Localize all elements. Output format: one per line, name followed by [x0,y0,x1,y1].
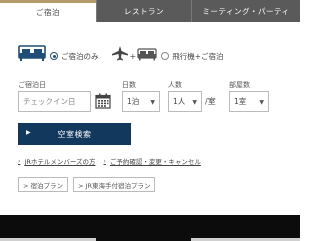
search-button-label: 空室検索 [57,129,92,139]
chevron-right-icon: › [103,157,106,165]
chevron-right-icon: › [18,157,21,165]
plus-icon: + [129,51,137,61]
flight-stay-radio[interactable] [161,52,170,60]
reservation-manage-link[interactable]: › ご予約確認・変更・キャンセル [103,156,201,167]
search-availability-button[interactable]: ▶ 空室検索 [18,123,131,145]
nights-label: 日数 [122,81,136,89]
nights-select[interactable]: 1泊 ▼ [122,91,160,112]
rooms-select[interactable]: 1室 ▼ [229,91,269,112]
footer-bar [0,215,300,241]
stay-plan-button[interactable]: > 宿泊プラン [18,177,69,192]
rooms-label: 部屋数 [229,81,250,89]
calendar-icon[interactable] [95,93,111,113]
chevron-right-icon: ▶ [26,129,32,136]
jr-hotel-members-link[interactable]: › JRホテルメンバーズの方 [18,156,96,167]
flight-stay-label[interactable]: 飛行機+ご宿泊 [172,51,223,62]
tab-bar: ご宿泊 レストラン ミーティング・パーティ [0,0,300,22]
guests-label: 人数 [168,81,182,89]
bed-small-icon [137,47,157,66]
chevron-down-icon: ▼ [259,99,264,106]
guests-select[interactable]: 1人 ▼ [168,91,202,112]
booking-mode-selector: ご宿泊のみ + 飛行機+ご宿泊 [18,44,224,68]
tab-restaurant[interactable]: レストラン [96,0,191,22]
chevron-down-icon: ▼ [192,99,197,106]
bed-icon [18,45,46,67]
tab-meeting-party[interactable]: ミーティング・パーティ [191,0,300,22]
jr-tokai-plan-button[interactable]: > JR東海手付宿泊プラン [73,177,156,192]
airplane-icon [111,46,129,66]
link-row: › JRホテルメンバーズの方 › ご予約確認・変更・キャンセル [18,156,201,167]
jr-hotel-members-label: JRホテルメンバーズの方 [24,158,96,166]
stay-only-radio[interactable] [50,52,58,60]
chevron-down-icon: ▼ [150,99,155,106]
stay-only-label[interactable]: ご宿泊のみ [61,51,99,62]
nights-value: 1泊 [127,97,140,106]
plan-button-row: > 宿泊プラン > JR東海手付宿泊プラン [18,177,160,192]
per-room-text: /室 [205,97,216,106]
checkin-label: ご宿泊日 [18,81,46,89]
checkin-placeholder: チェックイン日 [23,97,76,106]
rooms-value: 1室 [234,97,247,106]
tab-stay[interactable]: ご宿泊 [0,0,96,22]
reservation-manage-label: ご予約確認・変更・キャンセル [109,158,201,166]
checkin-date-input[interactable]: チェックイン日 [18,91,91,112]
guests-value: 1人 [173,97,186,106]
